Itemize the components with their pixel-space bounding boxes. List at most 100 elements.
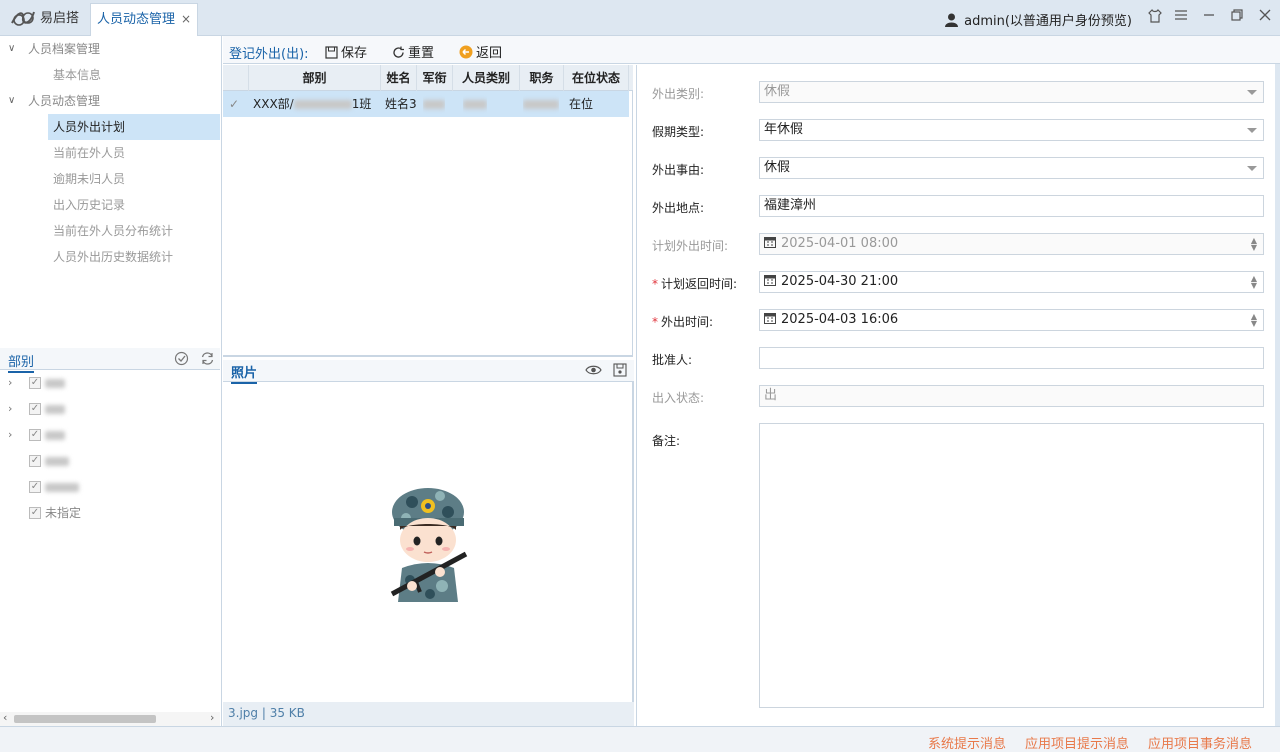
- approver-input[interactable]: [759, 347, 1264, 369]
- col-name[interactable]: 姓名: [381, 65, 417, 91]
- dept-tree-row[interactable]: › ✓: [0, 370, 220, 396]
- checkbox-checked[interactable]: ✓: [29, 455, 41, 467]
- save-button[interactable]: 保存: [325, 42, 367, 61]
- minimize-icon[interactable]: [1200, 9, 1218, 27]
- close-window-icon[interactable]: [1256, 9, 1274, 27]
- horizontal-scrollbar[interactable]: ‹ ›: [0, 711, 220, 726]
- spinner-icon[interactable]: ▲ ▼: [1251, 275, 1257, 290]
- photo-panel-title[interactable]: 照片: [231, 362, 258, 384]
- app-message-link[interactable]: 应用项目提示消息: [1025, 733, 1129, 752]
- col-status[interactable]: 在位状态: [564, 65, 629, 91]
- back-label: 返回: [476, 46, 503, 61]
- upload-icon[interactable]: [613, 363, 627, 380]
- dept-tree-row[interactable]: ✓: [0, 474, 220, 500]
- col-category[interactable]: 人员类别: [453, 65, 520, 91]
- leave-type-select[interactable]: 年休假: [759, 119, 1264, 141]
- nav-item-history[interactable]: 出入历史记录: [48, 192, 220, 218]
- dept-tree-row[interactable]: ✓: [0, 448, 220, 474]
- nav-item-history-stats[interactable]: 人员外出历史数据统计: [48, 244, 220, 270]
- plan-out-time-label: 计划外出时间:: [652, 239, 729, 253]
- nav-item-overdue[interactable]: 逾期未归人员: [48, 166, 220, 192]
- checkbox-checked[interactable]: ✓: [29, 403, 41, 415]
- out-time-label: * 外出时间:: [652, 315, 714, 329]
- check-all-icon[interactable]: [174, 351, 190, 367]
- out-type-select[interactable]: 休假: [759, 81, 1264, 103]
- scroll-left-icon[interactable]: ‹: [3, 711, 7, 724]
- spinner-icon[interactable]: ▲ ▼: [1251, 313, 1257, 328]
- chevron-down-icon: [1247, 166, 1257, 171]
- out-type-label: 外出类别:: [652, 87, 705, 101]
- checkbox-checked[interactable]: ✓: [29, 429, 41, 441]
- remark-textarea[interactable]: [759, 423, 1264, 708]
- col-rank[interactable]: 军衔: [417, 65, 453, 91]
- scrollbar-thumb[interactable]: [14, 715, 156, 723]
- reset-button[interactable]: 重置: [392, 42, 434, 61]
- plan-out-time-input[interactable]: 2025-04-01 08:00 ▲ ▼: [759, 233, 1264, 255]
- chevron-right-icon[interactable]: ›: [8, 422, 12, 448]
- spinner-icon[interactable]: ▲ ▼: [1251, 237, 1257, 252]
- left-navigation: ∨ 人员档案管理 基本信息 ∨ 人员动态管理 人员外出计划 当前在外人员 逾期未…: [0, 36, 222, 726]
- tab-label: 人员动态管理: [97, 12, 176, 27]
- menu-icon[interactable]: [1172, 9, 1190, 27]
- form-toolbar: 登记外出(出): 保存 重置 返回: [223, 36, 1280, 64]
- skin-icon[interactable]: [1146, 8, 1164, 27]
- checkbox-checked[interactable]: ✓: [29, 481, 41, 493]
- calendar-icon: [764, 237, 776, 248]
- soldier-cartoon-photo: [390, 488, 468, 602]
- checkbox-checked[interactable]: ✓: [29, 507, 41, 519]
- grid-header-selector: [223, 65, 249, 91]
- out-time-input[interactable]: 2025-04-03 16:06 ▲ ▼: [759, 309, 1264, 331]
- photo-panel: 照片 3.jpg | 35 KB: [223, 360, 634, 726]
- app-task-message-link[interactable]: 应用项目事务消息: [1148, 733, 1252, 752]
- user-icon: [945, 13, 959, 27]
- app-window: 易启搭 人员动态管理 × admin(以普通用户身份预览) ∨ 人员档案管理 基…: [0, 0, 1280, 752]
- chevron-down-icon: ∨: [8, 43, 16, 54]
- refresh-icon[interactable]: [200, 351, 216, 367]
- back-button[interactable]: 返回: [459, 42, 502, 61]
- user-menu[interactable]: admin(以普通用户身份预览): [945, 10, 1132, 29]
- cell-status: 在位: [569, 97, 594, 111]
- leave-type-label: 假期类型:: [652, 125, 705, 139]
- nav-item-basic-info[interactable]: 基本信息: [48, 62, 220, 88]
- checkbox-checked[interactable]: ✓: [29, 377, 41, 389]
- row-selected-icon[interactable]: ✓: [229, 91, 239, 117]
- reason-select[interactable]: 休假: [759, 157, 1264, 179]
- table-row[interactable]: ✓ XXX部/1班 姓名3 在位: [223, 91, 629, 117]
- photo-panel-header: 照片: [223, 360, 634, 384]
- eye-icon[interactable]: [585, 363, 602, 380]
- status-bar: 系统提示消息 应用项目提示消息 应用项目事务消息: [0, 726, 1280, 752]
- back-icon: [459, 45, 473, 59]
- top-bar: 易启搭 人员动态管理 × admin(以普通用户身份预览): [0, 0, 1280, 36]
- tab-personnel-dynamics[interactable]: 人员动态管理 ×: [90, 3, 198, 36]
- save-icon: [325, 46, 338, 59]
- nav-item-outing-plan[interactable]: 人员外出计划: [48, 114, 220, 140]
- place-input[interactable]: 福建漳州: [759, 195, 1264, 217]
- system-message-link[interactable]: 系统提示消息: [928, 733, 1006, 752]
- tab-home[interactable]: 易启搭: [40, 3, 90, 36]
- calendar-icon: [764, 313, 776, 324]
- restore-icon[interactable]: [1228, 9, 1246, 27]
- reset-label: 重置: [408, 46, 435, 61]
- nav-group-archive[interactable]: ∨ 人员档案管理: [0, 36, 220, 62]
- col-dept[interactable]: 部别: [249, 65, 381, 91]
- dept-tree-row[interactable]: › ✓: [0, 422, 220, 448]
- remark-label: 备注:: [652, 434, 681, 448]
- col-position[interactable]: 职务: [520, 65, 564, 91]
- dept-tree-row[interactable]: › ✓: [0, 396, 220, 422]
- chevron-right-icon[interactable]: ›: [8, 396, 12, 422]
- personnel-grid: 部别 姓名 军衔 人员类别 职务 在位状态 ✓ XXX部/1班 姓名3 在位: [223, 65, 633, 357]
- chevron-down-icon: [1247, 128, 1257, 133]
- nav-item-distribution-stats[interactable]: 当前在外人员分布统计: [48, 218, 220, 244]
- chevron-right-icon[interactable]: ›: [8, 370, 12, 396]
- scroll-right-icon[interactable]: ›: [210, 711, 214, 724]
- plan-return-time-input[interactable]: 2025-04-30 21:00 ▲ ▼: [759, 271, 1264, 293]
- vertical-scrollbar[interactable]: [1275, 64, 1280, 726]
- io-status-input[interactable]: 出: [759, 385, 1264, 407]
- photo-footer: 3.jpg | 35 KB: [223, 702, 634, 726]
- dept-tree-row-unassigned[interactable]: ✓ 未指定: [0, 500, 220, 526]
- nav-group-dynamics[interactable]: ∨ 人员动态管理: [0, 88, 220, 114]
- close-icon[interactable]: ×: [181, 4, 191, 35]
- app-logo-icon: [11, 11, 35, 26]
- nav-item-currently-out[interactable]: 当前在外人员: [48, 140, 220, 166]
- nav-group-label: 人员档案管理: [28, 42, 101, 56]
